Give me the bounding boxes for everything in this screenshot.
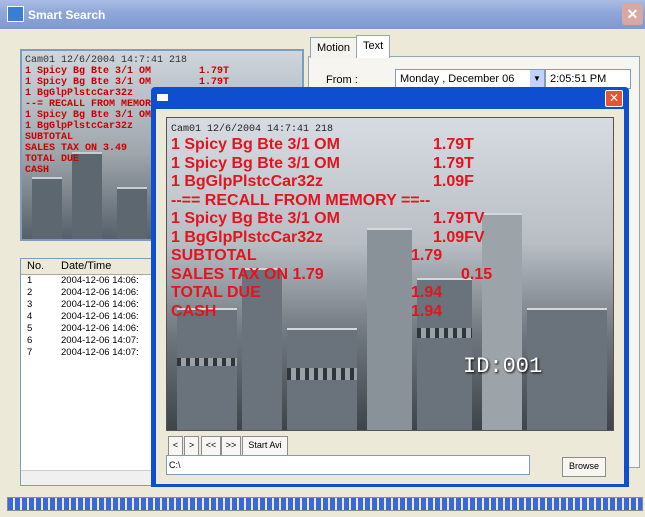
- receipt-amount: 1.79TV: [433, 210, 485, 227]
- from-label: From :: [326, 74, 358, 86]
- from-date-picker[interactable]: Monday , December 06 ▼: [395, 69, 545, 89]
- tab-text[interactable]: Text: [356, 35, 391, 58]
- dialog-close-button[interactable]: ✕: [605, 90, 623, 107]
- receipt-line: SALES TAX ON 1.79 0.15: [171, 265, 492, 285]
- row-datetime: 2004-12-06 14:06:: [61, 323, 139, 334]
- list-row[interactable]: 3 2004-12-06 14:06:: [21, 299, 165, 311]
- receipt-line: 1 Spicy Bg Bte 3/1 OM 1.79TV: [171, 210, 485, 229]
- column-datetime[interactable]: Date/Time: [61, 260, 111, 272]
- list-row[interactable]: 4 2004-12-06 14:06:: [21, 311, 165, 323]
- receipt-line: CASH 1.94: [171, 302, 442, 322]
- start-avi-button[interactable]: Start Avi: [242, 436, 288, 456]
- next-frame-button[interactable]: >: [184, 436, 199, 456]
- receipt-amount: 1.94: [411, 284, 443, 301]
- row-number: 2: [27, 287, 33, 298]
- receipt-item: --== RECALL FROM MEMORY ==--: [171, 191, 431, 209]
- save-path-input[interactable]: C:\: [166, 455, 530, 475]
- receipt-line: 1 BgGlpPlstcCar32z 1.09F: [171, 173, 474, 192]
- chevron-down-icon[interactable]: ▼: [530, 70, 544, 88]
- row-number: 6: [27, 335, 33, 346]
- app-icon: [7, 6, 24, 22]
- receipt-line: SUBTOTAL 1.79: [171, 247, 442, 266]
- receipt-item: CASH: [171, 302, 217, 320]
- row-number: 1: [27, 275, 33, 286]
- receipt-amount: 1.79T: [433, 154, 474, 172]
- from-date-value: Monday , December 06: [400, 73, 515, 85]
- horizontal-scrollbar[interactable]: [21, 470, 165, 485]
- thumbnail-receipt-line: 1 Spicy Bg Bte 3/1 OM 1.79T: [25, 66, 230, 77]
- list-header: No. Date/Time: [21, 259, 165, 275]
- receipt-amount: 1.94: [411, 302, 443, 320]
- row-number: 5: [27, 323, 33, 334]
- window-title: Smart Search: [28, 8, 106, 22]
- receipt-amount: 1.79: [411, 247, 443, 264]
- row-datetime: 2004-12-06 14:06:: [61, 275, 139, 286]
- receipt-item: 1 Spicy Bg Bte 3/1 OM: [171, 136, 340, 153]
- main-title-bar: Smart Search ✕: [0, 0, 645, 29]
- row-datetime: 2004-12-06 14:07:: [61, 335, 139, 346]
- receipt-line: 1 Spicy Bg Bte 3/1 OM 1.79T: [171, 154, 474, 174]
- list-row[interactable]: 1 2004-12-06 14:06:: [21, 275, 165, 287]
- row-number: 3: [27, 299, 33, 310]
- playback-dialog: ✕ Cam01 12/6/2004 14:7:41 218 1 Spicy Bg…: [151, 87, 629, 487]
- receipt-item: 1 BgGlpPlstcCar32z: [171, 228, 324, 246]
- video-timestamp: Cam01 12/6/2004 14:7:41 218: [171, 124, 334, 135]
- row-datetime: 2004-12-06 14:07:: [61, 347, 139, 358]
- receipt-item: 1 Spicy Bg Bte 3/1 OM: [171, 210, 340, 227]
- rewind-button[interactable]: <<: [201, 436, 221, 456]
- receipt-line: TOTAL DUE 1.94: [171, 284, 442, 303]
- receipt-item: SUBTOTAL: [171, 247, 257, 264]
- receipt-line: --== RECALL FROM MEMORY ==--: [171, 192, 430, 211]
- row-datetime: 2004-12-06 14:06:: [61, 299, 139, 310]
- row-number: 7: [27, 347, 33, 358]
- tab-motion[interactable]: Motion: [310, 37, 358, 58]
- row-datetime: 2004-12-06 14:06:: [61, 287, 139, 298]
- thumbnail-timestamp: Cam01 12/6/2004 14:7:41 218: [25, 55, 188, 66]
- receipt-item: TOTAL DUE: [171, 284, 261, 301]
- row-number: 4: [27, 311, 33, 322]
- row-datetime: 2004-12-06 14:06:: [61, 311, 139, 322]
- receipt-item: 1 Spicy Bg Bte 3/1 OM: [171, 154, 340, 172]
- dialog-icon: [157, 94, 168, 101]
- prev-frame-button[interactable]: <: [168, 436, 183, 456]
- dialog-title-bar[interactable]: ✕: [151, 87, 629, 109]
- browse-button[interactable]: Browse: [562, 457, 606, 477]
- from-time-picker[interactable]: 2:05:51 PM: [545, 69, 631, 89]
- receipt-amount: 1.79T: [433, 136, 474, 153]
- receipt-item: 1 BgGlpPlstcCar32z: [171, 173, 324, 190]
- list-row[interactable]: 5 2004-12-06 14:06:: [21, 323, 165, 335]
- camera-video-frame: Cam01 12/6/2004 14:7:41 218 1 Spicy Bg B…: [166, 117, 614, 431]
- list-row[interactable]: 7 2004-12-06 14:07:: [21, 347, 165, 359]
- camera-id-label: ID:001: [463, 354, 543, 379]
- results-list[interactable]: No. Date/Time 1 2004-12-06 14:06: 2 2004-12…: [20, 258, 166, 486]
- column-no[interactable]: No.: [27, 260, 44, 272]
- search-progress-bar: [7, 497, 643, 511]
- receipt-item: SALES TAX ON 1.79: [171, 265, 324, 283]
- fast-forward-button[interactable]: >>: [221, 436, 241, 456]
- receipt-amount: 1.09FV: [433, 228, 485, 246]
- main-close-button[interactable]: ✕: [622, 4, 643, 25]
- receipt-line: 1 Spicy Bg Bte 3/1 OM 1.79T: [171, 136, 474, 155]
- receipt-line: 1 BgGlpPlstcCar32z 1.09FV: [171, 228, 485, 248]
- list-row[interactable]: 6 2004-12-06 14:07:: [21, 335, 165, 347]
- list-row[interactable]: 2 2004-12-06 14:06:: [21, 287, 165, 299]
- receipt-amount: 0.15: [461, 265, 493, 283]
- receipt-amount: 1.09F: [433, 173, 474, 190]
- receipt-overlay: Cam01 12/6/2004 14:7:41 218 1 Spicy Bg B…: [171, 124, 492, 322]
